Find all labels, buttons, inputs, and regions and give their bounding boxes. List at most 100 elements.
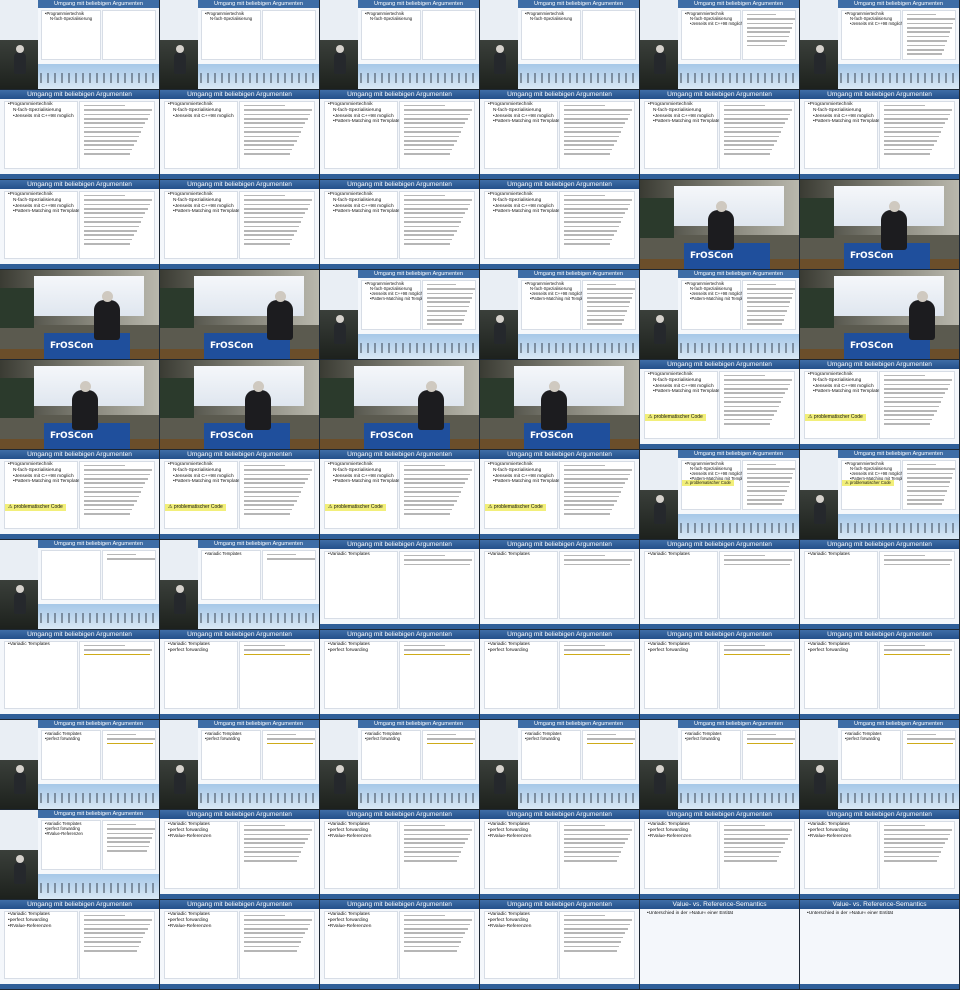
- video-frame-thumbnail[interactable]: FrOSCon: [0, 270, 159, 359]
- video-frame-thumbnail[interactable]: Umgang mit beliebigen ArgumentenProgramm…: [480, 180, 639, 269]
- video-frame-thumbnail[interactable]: Umgang mit beliebigen Argumenten: [0, 540, 159, 629]
- slide-bullet: Variadic Templates: [485, 552, 557, 558]
- video-frame-thumbnail[interactable]: Umgang mit beliebigen Argumenten Variadic…: [0, 720, 159, 809]
- video-frame-thumbnail[interactable]: Umgang mit beliebigen Argumenten Variadic…: [480, 720, 639, 809]
- video-frame-thumbnail[interactable]: Umgang mit beliebigen ArgumentenProgramm…: [320, 90, 479, 179]
- video-frame-thumbnail[interactable]: Umgang mit beliebigen Argumenten Variadic…: [800, 810, 959, 899]
- video-frame-thumbnail[interactable]: Umgang mit beliebigen ArgumentenProgramm…: [640, 450, 799, 539]
- code-line: [84, 486, 144, 489]
- video-frame-thumbnail[interactable]: Umgang mit beliebigen ArgumentenProgramm…: [0, 450, 159, 539]
- code-line: [724, 414, 775, 416]
- video-frame-thumbnail[interactable]: Umgang mit beliebigen Argumenten Variadic…: [160, 630, 319, 719]
- code-line: [404, 144, 455, 146]
- video-frame-thumbnail[interactable]: Umgang mit beliebigen ArgumentenProgramm…: [480, 0, 639, 89]
- video-frame-thumbnail[interactable]: FrOSCon: [800, 180, 959, 269]
- video-frame-thumbnail[interactable]: Umgang mit beliebigen ArgumentenProgramm…: [0, 0, 159, 89]
- video-frame-thumbnail[interactable]: Umgang mit beliebigen Argumenten Variadic…: [160, 720, 319, 809]
- code-line: [747, 738, 795, 740]
- slide-bullet: Jenseits mit C++98 möglich: [842, 21, 902, 26]
- code-line: [84, 649, 153, 651]
- video-frame-thumbnail[interactable]: Umgang mit beliebigen Argumenten Variadic…: [320, 810, 479, 899]
- video-frame-thumbnail[interactable]: Umgang mit beliebigen ArgumentenProgramm…: [800, 90, 959, 179]
- code-line: [564, 221, 621, 223]
- code-line: [907, 13, 936, 16]
- video-frame-thumbnail[interactable]: Umgang mit beliebigen ArgumentenProgramm…: [480, 90, 639, 179]
- slide-footer-bar: [480, 714, 639, 719]
- video-frame-thumbnail[interactable]: FrOSCon: [160, 360, 319, 449]
- video-frame-thumbnail[interactable]: Umgang mit beliebigen ArgumentenProgramm…: [320, 450, 479, 539]
- projected-slide: Umgang mit beliebigen Argumenten Programm…: [198, 0, 319, 64]
- slide-bullet: N-fach-Spezialisierung: [530, 16, 573, 21]
- video-frame-thumbnail[interactable]: Umgang mit beliebigen Argumenten Variadic…: [640, 720, 799, 809]
- video-frame-thumbnail[interactable]: Umgang mit beliebigen Argumenten Variadic…: [0, 630, 159, 719]
- video-frame-thumbnail[interactable]: Umgang mit beliebigen Argumenten Variadic…: [320, 720, 479, 809]
- code-line: [724, 554, 765, 557]
- video-frame-thumbnail[interactable]: Value- vs. Reference-Semantics Unterschie…: [640, 900, 799, 989]
- video-frame-thumbnail[interactable]: Umgang mit beliebigen Argumenten Variadic…: [800, 630, 959, 719]
- video-frame-thumbnail[interactable]: Umgang mit beliebigen Argumenten Variadic…: [480, 540, 639, 629]
- code-line: [724, 851, 781, 853]
- video-frame-thumbnail[interactable]: Umgang mit beliebigen ArgumentenProgramm…: [480, 450, 639, 539]
- video-frame-thumbnail[interactable]: Umgang mit beliebigen Argumenten Variadic…: [160, 900, 319, 989]
- video-frame-thumbnail[interactable]: Umgang mit beliebigen ArgumentenProgramm…: [800, 450, 959, 539]
- video-frame-thumbnail[interactable]: Umgang mit beliebigen Argumenten Variadic…: [160, 540, 319, 629]
- code-line: [244, 846, 304, 849]
- video-frame-thumbnail[interactable]: Umgang mit beliebigen ArgumentenProgramm…: [640, 90, 799, 179]
- video-frame-thumbnail[interactable]: Umgang mit beliebigen ArgumentenProgramm…: [640, 0, 799, 89]
- video-frame-thumbnail[interactable]: Umgang mit beliebigen ArgumentenProgramm…: [320, 180, 479, 269]
- video-frame-thumbnail[interactable]: Umgang mit beliebigen Argumenten Variadic…: [480, 630, 639, 719]
- video-frame-thumbnail[interactable]: Umgang mit beliebigen Argumenten Variadic…: [800, 720, 959, 809]
- code-line: [404, 135, 459, 138]
- video-frame-thumbnail[interactable]: Umgang mit beliebigen ArgumentenProgramm…: [480, 270, 639, 359]
- warning-label: ⚠ problematischer Code: [682, 480, 734, 486]
- video-frame-thumbnail[interactable]: FrOSCon: [0, 360, 159, 449]
- video-frame-thumbnail[interactable]: FrOSCon: [160, 270, 319, 359]
- video-frame-thumbnail[interactable]: Umgang mit beliebigen ArgumentenProgramm…: [800, 0, 959, 89]
- slide-footer-bar: [320, 984, 479, 989]
- video-frame-thumbnail[interactable]: Umgang mit beliebigen Argumenten Variadic…: [160, 810, 319, 899]
- video-frame-thumbnail[interactable]: Umgang mit beliebigen Argumenten Variadic…: [0, 810, 159, 899]
- video-frame-thumbnail[interactable]: Umgang mit beliebigen ArgumentenProgramm…: [160, 450, 319, 539]
- video-frame-thumbnail[interactable]: Umgang mit beliebigen Argumenten Variadic…: [800, 540, 959, 629]
- code-line: [404, 207, 468, 210]
- video-frame-thumbnail[interactable]: Value- vs. Reference-Semantics Unterschie…: [800, 900, 959, 989]
- video-frame-thumbnail[interactable]: Umgang mit beliebigen Argumenten Variadic…: [320, 540, 479, 629]
- video-frame-thumbnail[interactable]: Umgang mit beliebigen ArgumentenProgramm…: [320, 0, 479, 89]
- code-line: [747, 13, 776, 16]
- video-frame-thumbnail[interactable]: FrOSCon: [800, 270, 959, 359]
- code-line: [724, 153, 770, 155]
- code-line: [84, 216, 144, 219]
- video-frame-thumbnail[interactable]: Umgang mit beliebigen Argumenten Variadic…: [480, 900, 639, 989]
- code-line: [84, 144, 135, 146]
- video-frame-thumbnail[interactable]: Umgang mit beliebigen Argumenten Variadic…: [480, 810, 639, 899]
- video-frame-thumbnail[interactable]: Umgang mit beliebigen ArgumentenProgramm…: [0, 180, 159, 269]
- video-frame-thumbnail[interactable]: Umgang mit beliebigen Argumenten Variadic…: [320, 900, 479, 989]
- video-frame-thumbnail[interactable]: Umgang mit beliebigen ArgumentenProgramm…: [160, 0, 319, 89]
- video-frame-thumbnail[interactable]: Umgang mit beliebigen Argumenten Variadic…: [0, 900, 159, 989]
- video-frame-thumbnail[interactable]: Umgang mit beliebigen ArgumentenProgramm…: [0, 90, 159, 179]
- video-frame-thumbnail[interactable]: Umgang mit beliebigen Argumenten Variadic…: [640, 540, 799, 629]
- slide-title: Umgang mit beliebigen Argumenten: [480, 180, 639, 189]
- video-frame-thumbnail[interactable]: Umgang mit beliebigen ArgumentenProgramm…: [320, 270, 479, 359]
- code-line: [244, 653, 310, 656]
- video-frame-thumbnail[interactable]: Umgang mit beliebigen ArgumentenProgramm…: [640, 360, 799, 449]
- video-frame-thumbnail[interactable]: FrOSCon: [480, 360, 639, 449]
- chalkboard: [480, 378, 514, 418]
- video-frame-thumbnail[interactable]: Umgang mit beliebigen ArgumentenProgramm…: [800, 360, 959, 449]
- video-frame-thumbnail[interactable]: Umgang mit beliebigen Argumenten Variadic…: [320, 630, 479, 719]
- code-line: [404, 473, 470, 476]
- video-frame-thumbnail[interactable]: Umgang mit beliebigen ArgumentenProgramm…: [160, 90, 319, 179]
- video-frame-thumbnail[interactable]: Umgang mit beliebigen Argumenten Variadic…: [640, 630, 799, 719]
- video-frame-thumbnail[interactable]: Umgang mit beliebigen ArgumentenProgramm…: [160, 180, 319, 269]
- projected-slide: Umgang mit beliebigen Argumenten: [38, 540, 159, 604]
- video-frame-thumbnail[interactable]: FrOSCon: [320, 360, 479, 449]
- slide-code-panel: [399, 101, 475, 169]
- video-frame-thumbnail[interactable]: Umgang mit beliebigen ArgumentenProgramm…: [640, 270, 799, 359]
- video-frame-thumbnail[interactable]: Umgang mit beliebigen Argumenten Variadic…: [640, 810, 799, 899]
- code-line: [724, 401, 781, 403]
- code-line: [907, 18, 955, 20]
- code-line: [244, 216, 304, 219]
- video-frame-thumbnail[interactable]: FrOSCon: [640, 180, 799, 269]
- code-line: [244, 203, 310, 206]
- code-line: [884, 405, 939, 408]
